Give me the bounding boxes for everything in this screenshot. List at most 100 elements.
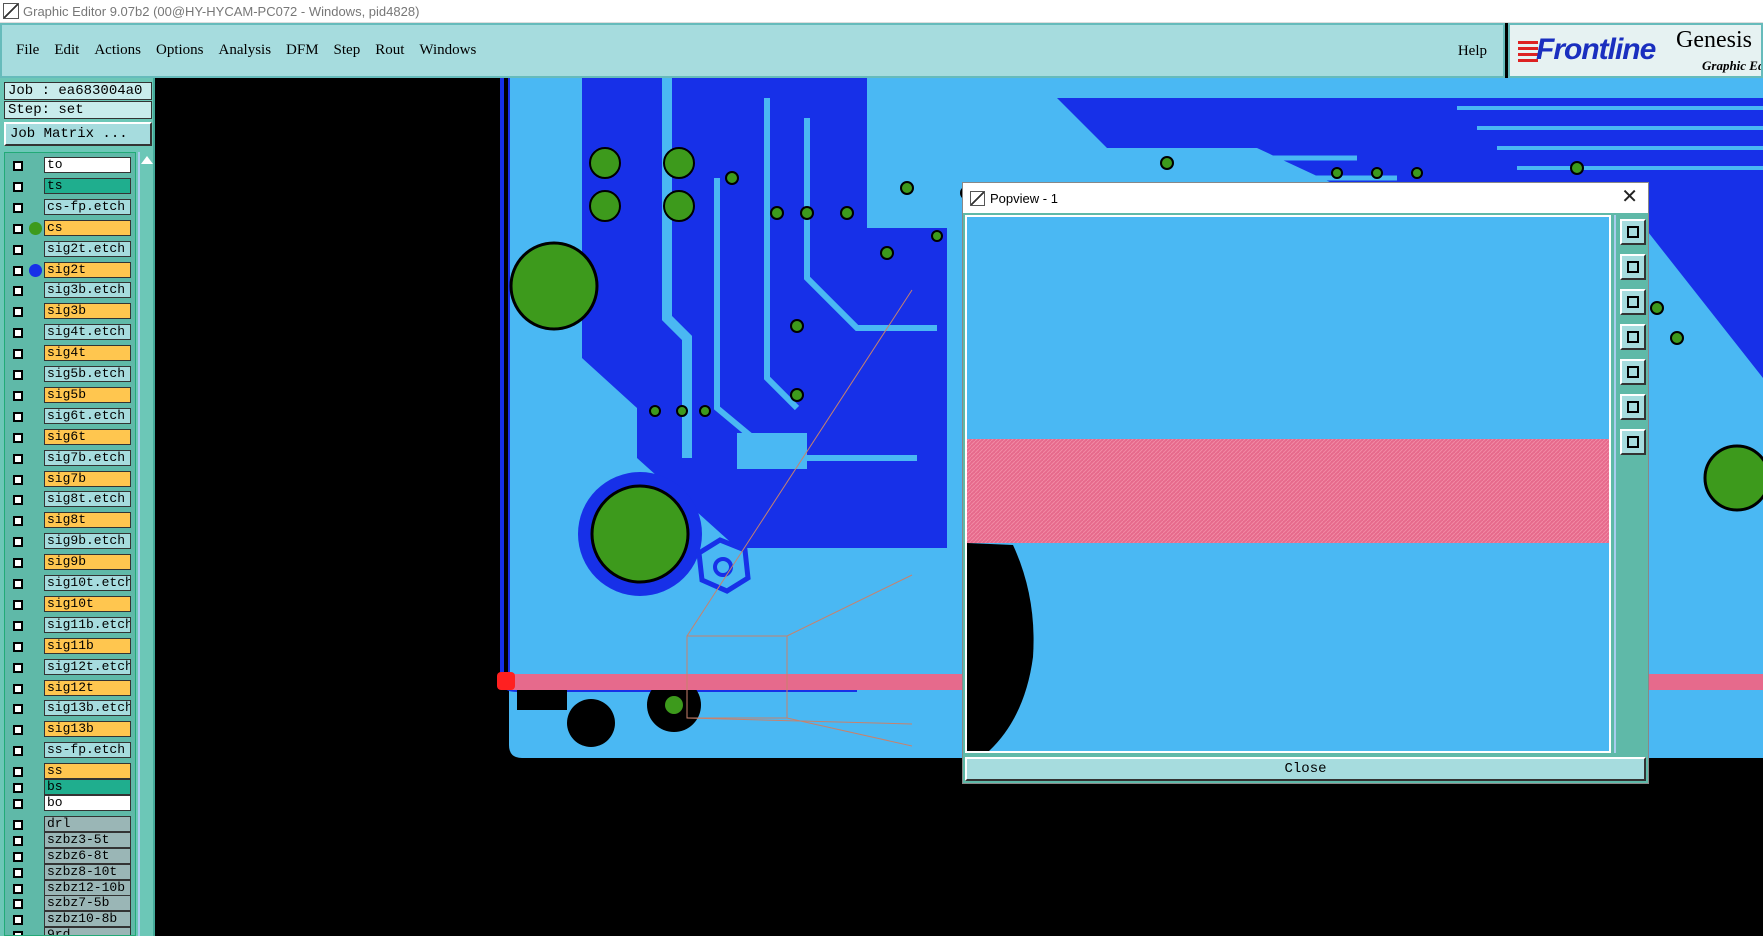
layer-name[interactable]: szbz12-10b [44, 880, 131, 896]
layer-row[interactable]: sig2t.etch [7, 241, 133, 258]
layer-checkbox[interactable] [13, 642, 23, 652]
layer-row[interactable]: cs [7, 220, 133, 237]
layer-row[interactable]: sig11b [7, 638, 133, 655]
layer-row[interactable]: szbz3-5t [7, 832, 133, 849]
layer-name[interactable]: sig11b.etch [44, 617, 131, 633]
layer-name[interactable]: sig2t [44, 262, 131, 278]
pan-right-icon[interactable] [1620, 359, 1646, 385]
layer-name[interactable]: ss-fp.etch [44, 742, 131, 758]
layer-name[interactable]: sig8t [44, 512, 131, 528]
menu-rout[interactable]: Rout [375, 42, 404, 59]
layer-name[interactable]: sig6t.etch [44, 408, 131, 424]
layer-name[interactable]: sig7b [44, 471, 131, 487]
layer-row[interactable]: sig4t.etch [7, 324, 133, 341]
menu-options[interactable]: Options [156, 42, 204, 59]
layer-row[interactable]: sig9b.etch [7, 533, 133, 550]
scroll-up-icon[interactable] [140, 156, 153, 164]
layer-row[interactable]: sig6t.etch [7, 408, 133, 425]
pan-down-icon[interactable] [1620, 289, 1646, 315]
layer-checkbox[interactable] [13, 820, 23, 830]
layer-row[interactable]: sig13b [7, 721, 133, 738]
layer-row[interactable]: bo [7, 795, 133, 812]
layer-checkbox[interactable] [13, 600, 23, 610]
menu-actions[interactable]: Actions [94, 42, 141, 59]
layer-row[interactable]: sig12t [7, 680, 133, 697]
layer-checkbox[interactable] [13, 884, 23, 894]
layer-checkbox[interactable] [13, 767, 23, 777]
layer-name[interactable]: sig4t [44, 345, 131, 361]
layer-name[interactable]: 9rd [44, 927, 131, 935]
layer-name[interactable]: szbz6-8t [44, 848, 131, 864]
layer-checkbox[interactable] [13, 579, 23, 589]
layer-checkbox[interactable] [13, 558, 23, 568]
layer-checkbox[interactable] [13, 203, 23, 213]
layer-row[interactable]: sig4t [7, 345, 133, 362]
layer-checkbox[interactable] [13, 266, 23, 276]
layer-checkbox[interactable] [13, 307, 23, 317]
layer-row[interactable]: sig10t [7, 596, 133, 613]
layer-checkbox[interactable] [13, 370, 23, 380]
layer-row[interactable]: sig5b.etch [7, 366, 133, 383]
layer-row[interactable]: ts [7, 178, 133, 195]
layer-row[interactable]: cs-fp.etch [7, 199, 133, 216]
layer-row[interactable]: szbz6-8t [7, 848, 133, 865]
layer-checkbox[interactable] [13, 537, 23, 547]
layer-row[interactable]: szbz8-10t [7, 864, 133, 881]
layer-checkbox[interactable] [13, 349, 23, 359]
layer-row[interactable]: ss-fp.etch [7, 742, 133, 759]
layer-row[interactable]: sig3b [7, 303, 133, 320]
layer-name[interactable]: sig9b [44, 554, 131, 570]
menu-help[interactable]: Help [1458, 43, 1487, 60]
pan-up-icon[interactable] [1620, 254, 1646, 280]
layer-name[interactable]: sig12t.etch [44, 659, 131, 675]
menu-dfm[interactable]: DFM [286, 42, 319, 59]
layer-name[interactable]: ts [44, 178, 131, 194]
layer-row[interactable]: sig8t [7, 512, 133, 529]
layer-name[interactable]: cs-fp.etch [44, 199, 131, 215]
layer-checkbox[interactable] [13, 182, 23, 192]
menu-windows[interactable]: Windows [419, 42, 476, 59]
layer-row[interactable]: sig8t.etch [7, 491, 133, 508]
layer-row[interactable]: sig6t [7, 429, 133, 446]
layer-name[interactable]: sig11b [44, 638, 131, 654]
layer-name[interactable]: sig3b [44, 303, 131, 319]
layer-checkbox[interactable] [13, 868, 23, 878]
layer-checkbox[interactable] [13, 621, 23, 631]
job-matrix-button[interactable]: Job Matrix ... [4, 122, 152, 146]
zoom-window-icon[interactable] [1620, 219, 1646, 245]
layer-name[interactable]: to [44, 157, 131, 173]
layer-row[interactable]: sig13b.etch [7, 700, 133, 717]
layer-name[interactable]: sig13b.etch [44, 700, 131, 716]
layer-checkbox[interactable] [13, 495, 23, 505]
layer-checkbox[interactable] [13, 663, 23, 673]
zoom-fit-icon[interactable] [1620, 394, 1646, 420]
layer-name[interactable]: drl [44, 816, 131, 832]
layer-checkbox[interactable] [13, 516, 23, 526]
layer-checkbox[interactable] [13, 704, 23, 714]
zoom-center-icon[interactable] [1620, 429, 1646, 455]
layer-checkbox[interactable] [13, 161, 23, 171]
layer-name[interactable]: sig6t [44, 429, 131, 445]
layer-name[interactable]: cs [44, 220, 131, 236]
layer-checkbox[interactable] [13, 454, 23, 464]
layer-row[interactable]: sig3b.etch [7, 282, 133, 299]
layer-name[interactable]: sig8t.etch [44, 491, 131, 507]
layer-name[interactable]: bs [44, 779, 131, 795]
layer-name[interactable]: szbz3-5t [44, 832, 131, 848]
layer-name[interactable]: ss [44, 763, 131, 779]
layer-name[interactable]: sig13b [44, 721, 131, 737]
layer-row[interactable]: to [7, 157, 133, 174]
popview-canvas[interactable] [965, 215, 1611, 753]
layer-name[interactable]: sig3b.etch [44, 282, 131, 298]
layer-row[interactable]: sig11b.etch [7, 617, 133, 634]
pan-left-icon[interactable] [1620, 324, 1646, 350]
layer-checkbox[interactable] [13, 799, 23, 809]
layer-row[interactable]: drl [7, 816, 133, 833]
close-icon[interactable]: ✕ [1621, 187, 1638, 207]
layer-name[interactable]: sig10t [44, 596, 131, 612]
layer-checkbox[interactable] [13, 391, 23, 401]
layer-name[interactable]: szbz7-5b [44, 895, 131, 911]
popview-titlebar[interactable]: Popview - 1 ✕ [963, 183, 1648, 213]
layer-name[interactable]: bo [44, 795, 131, 811]
layer-row[interactable]: sig2t [7, 262, 133, 279]
